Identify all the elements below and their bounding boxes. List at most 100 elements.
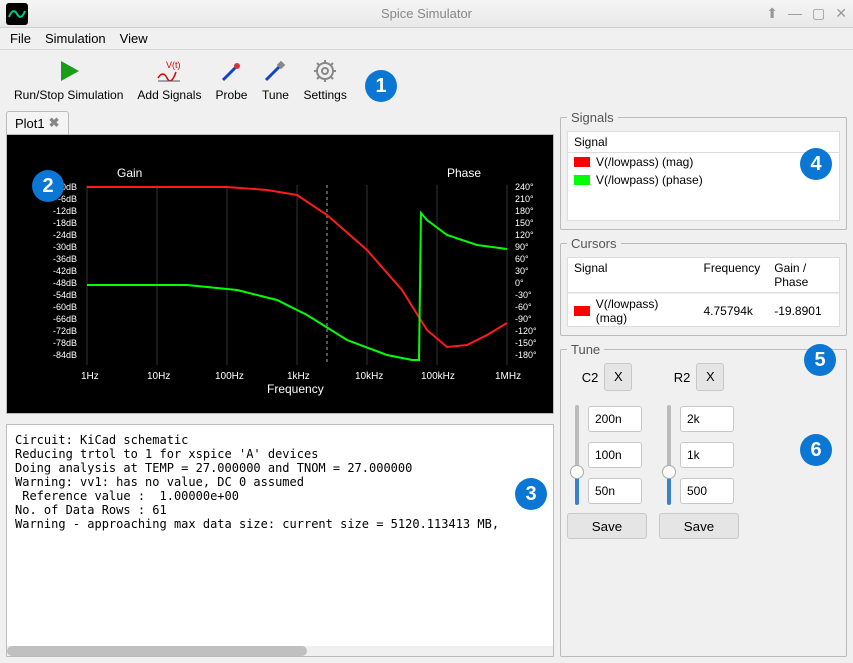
annotation-badge-1: 1 bbox=[365, 70, 397, 102]
svg-text:-12dB: -12dB bbox=[53, 206, 77, 216]
tune-panel: Tune C2 X Sav bbox=[560, 342, 847, 657]
annotation-badge-5: 5 bbox=[804, 344, 836, 376]
tune-button[interactable]: Tune bbox=[257, 56, 293, 104]
svg-text:100kHz: 100kHz bbox=[421, 371, 455, 382]
tune-component-r2: R2 X Save bbox=[659, 363, 739, 539]
settings-button[interactable]: Settings bbox=[299, 56, 350, 104]
tune-min-input[interactable] bbox=[588, 478, 642, 504]
tune-save-button[interactable]: Save bbox=[567, 513, 647, 539]
svg-text:-54dB: -54dB bbox=[53, 290, 77, 300]
log-scrollbar[interactable] bbox=[7, 646, 553, 656]
gain-axis-label: Gain bbox=[117, 166, 142, 180]
svg-text:100Hz: 100Hz bbox=[215, 371, 244, 382]
tune-value-input[interactable] bbox=[588, 442, 642, 468]
svg-text:210°: 210° bbox=[515, 194, 534, 204]
tune-value-input[interactable] bbox=[680, 442, 734, 468]
tune-component-c2: C2 X Save bbox=[567, 363, 647, 539]
svg-text:-48dB: -48dB bbox=[53, 278, 77, 288]
probe-button[interactable]: Probe bbox=[211, 56, 251, 104]
signal-row[interactable]: V(/lowpass) (phase) bbox=[568, 171, 839, 189]
toolbar: Run/Stop Simulation V(t) Add Signals Pro… bbox=[0, 50, 853, 110]
probe-icon bbox=[217, 58, 245, 84]
app-icon bbox=[6, 3, 28, 25]
svg-text:240°: 240° bbox=[515, 182, 534, 192]
annotation-badge-3: 3 bbox=[515, 478, 547, 510]
x-axis-label: Frequency bbox=[267, 382, 324, 396]
svg-text:-72dB: -72dB bbox=[53, 326, 77, 336]
tune-component-label: C2 bbox=[582, 370, 599, 385]
annotation-badge-4: 4 bbox=[800, 148, 832, 180]
svg-text:1Hz: 1Hz bbox=[81, 371, 99, 382]
signal-color-swatch bbox=[574, 175, 590, 185]
svg-text:-18dB: -18dB bbox=[53, 218, 77, 228]
svg-text:60°: 60° bbox=[515, 254, 529, 264]
run-stop-button[interactable]: Run/Stop Simulation bbox=[10, 56, 127, 104]
svg-text:-30°: -30° bbox=[515, 290, 532, 300]
svg-text:-42dB: -42dB bbox=[53, 266, 77, 276]
tune-remove-button[interactable]: X bbox=[604, 363, 632, 391]
svg-text:-90°: -90° bbox=[515, 314, 532, 324]
close-icon[interactable]: ✕ bbox=[835, 5, 847, 22]
signal-row[interactable]: V(/lowpass) (mag) bbox=[568, 153, 839, 171]
maximize-icon[interactable]: ▢ bbox=[812, 5, 825, 22]
svg-text:90°: 90° bbox=[515, 242, 529, 252]
annotation-badge-2: 2 bbox=[32, 170, 64, 202]
tune-remove-button[interactable]: X bbox=[696, 363, 724, 391]
titlebar: Spice Simulator ⬆ ― ▢ ✕ bbox=[0, 0, 853, 28]
svg-text:120°: 120° bbox=[515, 230, 534, 240]
tune-slider[interactable] bbox=[664, 405, 674, 505]
svg-text:-120°: -120° bbox=[515, 326, 537, 336]
plot-area[interactable]: Gain Phase Frequency 1Hz 10Hz 100Hz 1kHz… bbox=[6, 134, 554, 414]
svg-text:-150°: -150° bbox=[515, 338, 537, 348]
window-controls: ⬆ ― ▢ ✕ bbox=[766, 5, 847, 22]
cursors-header-signal[interactable]: Signal bbox=[568, 258, 698, 292]
plot-svg: Gain Phase Frequency 1Hz 10Hz 100Hz 1kHz… bbox=[7, 135, 554, 413]
tune-max-input[interactable] bbox=[588, 406, 642, 432]
svg-text:150°: 150° bbox=[515, 218, 534, 228]
cursors-header-gp[interactable]: Gain / Phase bbox=[768, 258, 839, 292]
svg-text:10Hz: 10Hz bbox=[147, 371, 170, 382]
tab-plot1[interactable]: Plot1 ✖ bbox=[6, 111, 69, 134]
svg-text:-36dB: -36dB bbox=[53, 254, 77, 264]
cursors-panel: Cursors Signal Frequency Gain / Phase V(… bbox=[560, 236, 847, 336]
svg-text:-60dB: -60dB bbox=[53, 302, 77, 312]
add-signals-button[interactable]: V(t) Add Signals bbox=[133, 56, 205, 104]
svg-text:30°: 30° bbox=[515, 266, 529, 276]
svg-text:-78dB: -78dB bbox=[53, 338, 77, 348]
svg-text:10kHz: 10kHz bbox=[355, 371, 383, 382]
svg-text:-30dB: -30dB bbox=[53, 242, 77, 252]
cursor-color-swatch bbox=[574, 306, 590, 316]
tune-icon bbox=[261, 58, 289, 84]
tune-min-input[interactable] bbox=[680, 478, 734, 504]
minimize-icon[interactable]: ― bbox=[788, 5, 802, 22]
log-output[interactable]: Circuit: KiCad schematic Reducing trtol … bbox=[6, 424, 554, 657]
cursors-header-freq[interactable]: Frequency bbox=[698, 258, 769, 292]
svg-text:1MHz: 1MHz bbox=[495, 371, 521, 382]
menubar: File Simulation View bbox=[0, 28, 853, 50]
gear-icon bbox=[311, 58, 339, 84]
phase-axis-label: Phase bbox=[447, 166, 481, 180]
tune-slider[interactable] bbox=[572, 405, 582, 505]
window-title: Spice Simulator bbox=[0, 6, 853, 21]
tune-max-input[interactable] bbox=[680, 406, 734, 432]
tune-component-label: R2 bbox=[674, 370, 691, 385]
tune-save-button[interactable]: Save bbox=[659, 513, 739, 539]
svg-text:-84dB: -84dB bbox=[53, 350, 77, 360]
svg-text:-66dB: -66dB bbox=[53, 314, 77, 324]
plot-tab-strip: Plot1 ✖ bbox=[6, 110, 554, 134]
menu-simulation[interactable]: Simulation bbox=[45, 31, 106, 46]
cursor-row[interactable]: V(/lowpass) (mag) 4.75794k -19.8901 bbox=[568, 293, 839, 328]
pin-icon[interactable]: ⬆ bbox=[766, 5, 778, 22]
play-icon bbox=[55, 58, 83, 84]
add-signals-icon: V(t) bbox=[155, 58, 183, 84]
menu-file[interactable]: File bbox=[10, 31, 31, 46]
svg-text:-180°: -180° bbox=[515, 350, 537, 360]
svg-text:1kHz: 1kHz bbox=[287, 371, 310, 382]
signals-header-signal[interactable]: Signal bbox=[568, 132, 839, 152]
svg-text:180°: 180° bbox=[515, 206, 534, 216]
annotation-badge-6: 6 bbox=[800, 434, 832, 466]
close-tab-icon[interactable]: ✖ bbox=[49, 115, 60, 131]
signal-color-swatch bbox=[574, 157, 590, 167]
svg-text:-24dB: -24dB bbox=[53, 230, 77, 240]
menu-view[interactable]: View bbox=[120, 31, 148, 46]
